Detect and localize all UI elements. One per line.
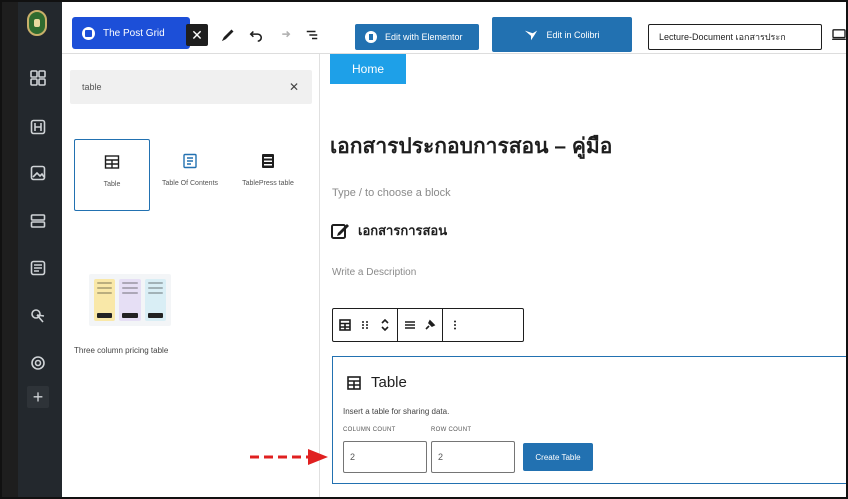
- edit-in-colibri-label: Edit in Colibri: [546, 29, 600, 40]
- edit-with-elementor-label: Edit with Elementor: [385, 32, 463, 42]
- block-option-table-of-contents[interactable]: Table Of Contents: [152, 139, 228, 211]
- clear-search-icon[interactable]: ✕: [286, 79, 302, 95]
- pricing-table-pattern-thumbnail[interactable]: [89, 274, 171, 326]
- document-title-button[interactable]: Lecture-Document เอกสารประก: [648, 24, 822, 50]
- block-option-tablepress[interactable]: TablePress table: [230, 139, 306, 211]
- target-icon[interactable]: [29, 354, 47, 372]
- block-toolbar-group: [443, 309, 467, 341]
- block-toolbar-group: [333, 309, 398, 341]
- table-of-contents-icon: [183, 153, 197, 169]
- post-grid-label: The Post Grid: [103, 27, 165, 39]
- pattern-label: Three column pricing table: [74, 346, 169, 355]
- block-option-label: Table Of Contents: [161, 180, 219, 187]
- pencil-icon[interactable]: [220, 26, 236, 44]
- table-block-placeholder: Table Insert a table for sharing data. C…: [332, 356, 846, 484]
- pricing-column: [144, 279, 166, 321]
- block-inserter-panel: table ✕ Table Table Of Contents TablePre…: [62, 54, 320, 497]
- table-icon: [104, 155, 120, 169]
- drag-handle-icon[interactable]: [359, 319, 371, 331]
- block-option-label: TablePress table: [242, 180, 294, 187]
- table-block-title-text: Table: [371, 374, 407, 391]
- table-block-description: Insert a table for sharing data.: [343, 407, 450, 416]
- site-logo-icon[interactable]: [27, 10, 47, 36]
- cursor-click-icon[interactable]: [29, 307, 47, 325]
- media-icon[interactable]: [29, 164, 47, 182]
- edit-note-icon: [331, 223, 349, 239]
- colibri-bird-icon: [525, 30, 538, 40]
- pricing-column: [94, 279, 116, 321]
- block-toolbar-group: [398, 309, 443, 341]
- editor-window: + The Post Grid ✕ Edit with Elementor Ed…: [0, 0, 848, 499]
- move-up-down-icon[interactable]: [379, 319, 391, 331]
- block-placeholder[interactable]: Type / to choose a block: [332, 187, 451, 199]
- admin-sidebar: +: [2, 2, 62, 497]
- block-option-label: Table: [103, 181, 121, 188]
- device-preview-icon[interactable]: [832, 28, 846, 42]
- tablepress-icon: [262, 154, 274, 168]
- editor-canvas: Home เอกสารประกอบการสอน – คู่มือ Type / …: [320, 54, 846, 497]
- annotation-arrow-icon: [250, 449, 328, 465]
- add-item-button[interactable]: +: [27, 386, 49, 408]
- description-placeholder[interactable]: Write a Description: [332, 267, 416, 278]
- home-button[interactable]: Home: [330, 54, 406, 84]
- table-icon: [347, 375, 361, 390]
- column-count-input[interactable]: 2: [343, 441, 427, 473]
- close-inserter-button[interactable]: ✕: [186, 24, 208, 46]
- more-options-icon[interactable]: [449, 319, 461, 331]
- edit-with-elementor-button[interactable]: Edit with Elementor: [355, 24, 479, 50]
- row-count-input[interactable]: 2: [431, 441, 515, 473]
- document-heading-text: เอกสารการสอน: [358, 223, 448, 238]
- table-icon[interactable]: [339, 319, 351, 331]
- block-option-table[interactable]: Table: [74, 139, 150, 211]
- post-grid-button[interactable]: The Post Grid: [72, 17, 190, 49]
- edit-in-colibri-button[interactable]: Edit in Colibri: [492, 17, 632, 52]
- layout-icon[interactable]: [29, 212, 47, 230]
- align-icon[interactable]: [404, 319, 416, 331]
- document-overview-icon[interactable]: [304, 26, 320, 44]
- row-count-label: ROW COUNT: [431, 427, 472, 433]
- create-table-button[interactable]: Create Table: [523, 443, 593, 471]
- column-count-label: COLUMN COUNT: [343, 427, 396, 433]
- pin-icon[interactable]: [424, 319, 436, 331]
- post-grid-icon: [82, 26, 95, 40]
- page-title[interactable]: เอกสารประกอบการสอน – คู่มือ: [330, 130, 612, 163]
- pricing-column: [119, 279, 141, 321]
- table-block-title: Table: [347, 374, 407, 391]
- block-search-input[interactable]: table: [70, 70, 312, 104]
- elementor-icon: [365, 31, 377, 43]
- block-toolbar: [332, 308, 524, 342]
- document-heading[interactable]: เอกสารการสอน: [330, 220, 447, 241]
- undo-icon[interactable]: [248, 26, 264, 44]
- top-toolbar: The Post Grid ✕ Edit with Elementor Edit…: [62, 2, 846, 54]
- redo-icon[interactable]: [276, 26, 292, 44]
- pages-icon[interactable]: [29, 259, 47, 277]
- dashboard-icon[interactable]: [29, 69, 47, 87]
- header-block-icon[interactable]: [29, 118, 47, 136]
